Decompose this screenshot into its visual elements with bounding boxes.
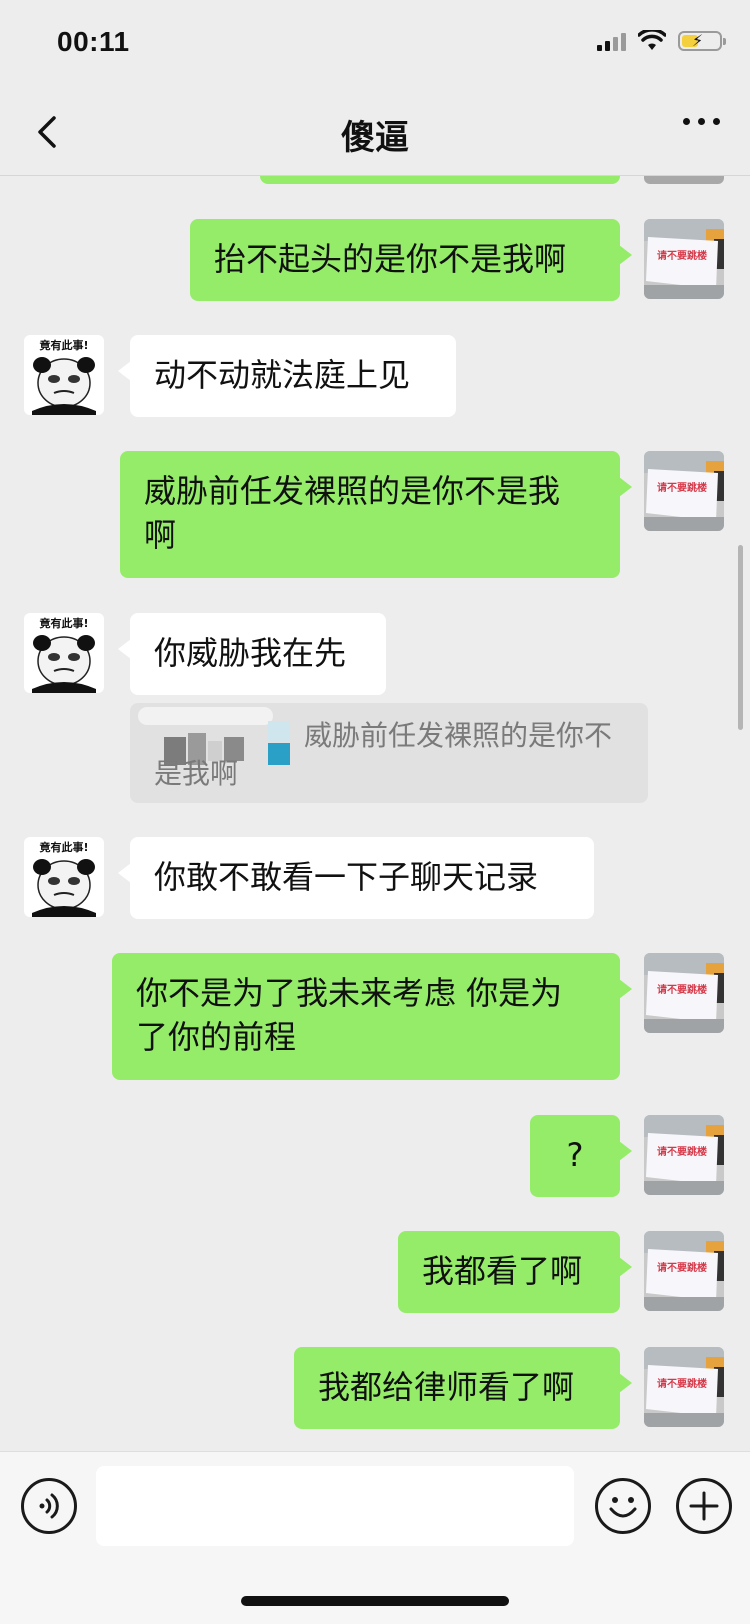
- partial-avatar: [644, 176, 724, 184]
- my-avatar[interactable]: 请不要跳楼: [644, 219, 724, 299]
- contact-avatar[interactable]: 竟有此事!: [24, 335, 104, 415]
- chat-title: 傻逼: [341, 118, 409, 158]
- emoji-icon[interactable]: [595, 1478, 651, 1534]
- my-avatar[interactable]: 请不要跳楼: [644, 953, 724, 1033]
- my-avatar[interactable]: 请不要跳楼: [644, 1231, 724, 1311]
- message-input[interactable]: [96, 1466, 574, 1546]
- contact-avatar[interactable]: 竟有此事!: [24, 837, 104, 917]
- svg-text:请不要跳楼: 请不要跳楼: [657, 481, 707, 494]
- message-bubble-sent[interactable]: 抬不起头的是你不是我啊: [190, 219, 632, 301]
- my-avatar[interactable]: 请不要跳楼: [644, 1347, 724, 1427]
- svg-text:请不要跳楼: 请不要跳楼: [657, 983, 707, 996]
- partial-message-bubble[interactable]: [260, 176, 620, 184]
- message-bubble-sent[interactable]: 我都看了啊: [398, 1231, 632, 1313]
- quoted-text: 威胁前任发裸照的是你不 是我啊: [154, 719, 613, 790]
- home-indicator[interactable]: [241, 1596, 509, 1606]
- my-avatar[interactable]: 请不要跳楼: [644, 1115, 724, 1195]
- battery-icon: ⚡: [678, 31, 726, 51]
- svg-text:请不要跳楼: 请不要跳楼: [657, 1261, 707, 1274]
- ellipsis-icon[interactable]: [683, 118, 720, 125]
- message-bubble-sent[interactable]: 你不是为了我未来考虑 你是为 了你的前程: [112, 953, 632, 1080]
- svg-text:竟有此事!: 竟有此事!: [38, 338, 88, 352]
- plus-icon[interactable]: [676, 1478, 732, 1534]
- status-time: 00:11: [57, 26, 130, 57]
- message-bubble-sent[interactable]: 我都给律师看了啊: [294, 1347, 632, 1429]
- svg-text:竟有此事!: 竟有此事!: [38, 840, 88, 854]
- svg-text:请不要跳楼: 请不要跳楼: [657, 249, 707, 262]
- message-bubble-sent[interactable]: ?: [530, 1115, 632, 1197]
- svg-text:竟有此事!: 竟有此事!: [38, 616, 88, 630]
- my-avatar[interactable]: 请不要跳楼: [644, 451, 724, 531]
- contact-avatar[interactable]: 竟有此事!: [24, 613, 104, 693]
- svg-text:请不要跳楼: 请不要跳楼: [657, 1377, 707, 1390]
- message-bubble-received[interactable]: 你威胁我在先: [118, 613, 386, 695]
- wifi-icon: [638, 30, 666, 50]
- message-bubble-sent[interactable]: 威胁前任发裸照的是你不是我 啊: [120, 451, 632, 578]
- message-bubble-received[interactable]: 你敢不敢看一下子聊天记录: [118, 837, 594, 919]
- voice-icon[interactable]: [21, 1478, 77, 1534]
- quoted-message[interactable]: 威胁前任发裸照的是你不 是我啊: [130, 703, 648, 803]
- status-icons: ⚡: [597, 30, 726, 52]
- svg-text:请不要跳楼: 请不要跳楼: [657, 1145, 707, 1158]
- navigation-bar: 傻逼: [0, 88, 750, 176]
- scrollbar[interactable]: [738, 545, 743, 730]
- message-bubble-received[interactable]: 动不动就法庭上见: [118, 335, 456, 417]
- signal-icon: [597, 31, 626, 51]
